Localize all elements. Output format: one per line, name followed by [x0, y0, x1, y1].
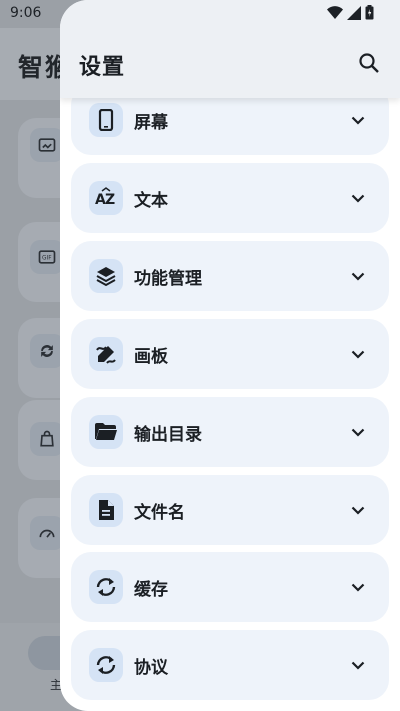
- chevron-down-icon: [351, 428, 365, 437]
- text-az-icon: A Z: [89, 181, 123, 215]
- chevron-down-icon: [351, 661, 365, 670]
- svg-text:Z: Z: [105, 192, 115, 208]
- settings-item-label: 文件名: [134, 502, 185, 523]
- layers-icon: [89, 259, 123, 293]
- signal-icon: [347, 5, 361, 20]
- chevron-down-icon: [351, 506, 365, 515]
- draw-icon: [89, 337, 123, 371]
- settings-item-label: 文本: [134, 190, 168, 211]
- svg-text:GIF: GIF: [42, 256, 52, 262]
- chevron-down-icon: [351, 350, 365, 359]
- settings-item-agreement[interactable]: 协议: [71, 630, 389, 700]
- settings-item-label: 画板: [134, 346, 168, 367]
- file-icon: [89, 493, 123, 527]
- settings-item-features[interactable]: 功能管理: [71, 241, 389, 311]
- status-icons: [327, 5, 374, 20]
- battery-icon: [365, 5, 374, 20]
- chevron-down-icon: [351, 272, 365, 281]
- background-speed-icon: [30, 516, 64, 550]
- settings-item-text[interactable]: A Z 文本: [71, 163, 389, 233]
- search-button[interactable]: [352, 46, 386, 80]
- screen: 智猴 GIF 主 9:06 屏幕 A Z 文本 功能管理 画板 输出目录 文件名…: [0, 0, 400, 711]
- settings-item-label: 输出目录: [134, 424, 202, 445]
- background-image-icon: [30, 128, 64, 162]
- background-gif-icon: GIF: [30, 240, 64, 274]
- status-bar: 9:06: [0, 0, 400, 28]
- settings-drawer: 屏幕 A Z 文本 功能管理 画板 输出目录 文件名 缓存 协议 设置: [60, 0, 400, 711]
- chevron-down-icon: [351, 583, 365, 592]
- search-icon: [359, 53, 379, 73]
- settings-item-cache[interactable]: 缓存: [71, 552, 389, 622]
- phone-icon: [89, 103, 123, 137]
- status-time: 9:06: [10, 5, 42, 21]
- settings-item-file-name[interactable]: 文件名: [71, 475, 389, 545]
- background-bag-icon: [30, 422, 64, 456]
- chevron-down-icon: [351, 116, 365, 125]
- settings-item-drawing-board[interactable]: 画板: [71, 319, 389, 389]
- sync-icon: [89, 648, 123, 682]
- sync-icon: [89, 570, 123, 604]
- page-title: 设置: [79, 55, 126, 80]
- background-sync-icon: [30, 334, 64, 368]
- settings-item-output-dir[interactable]: 输出目录: [71, 397, 389, 467]
- settings-item-label: 缓存: [134, 579, 168, 600]
- folder-open-icon: [89, 415, 123, 449]
- settings-item-label: 功能管理: [134, 268, 202, 289]
- settings-item-label: 屏幕: [134, 112, 168, 133]
- wifi-icon: [327, 5, 343, 19]
- chevron-down-icon: [351, 194, 365, 203]
- settings-item-label: 协议: [134, 657, 168, 678]
